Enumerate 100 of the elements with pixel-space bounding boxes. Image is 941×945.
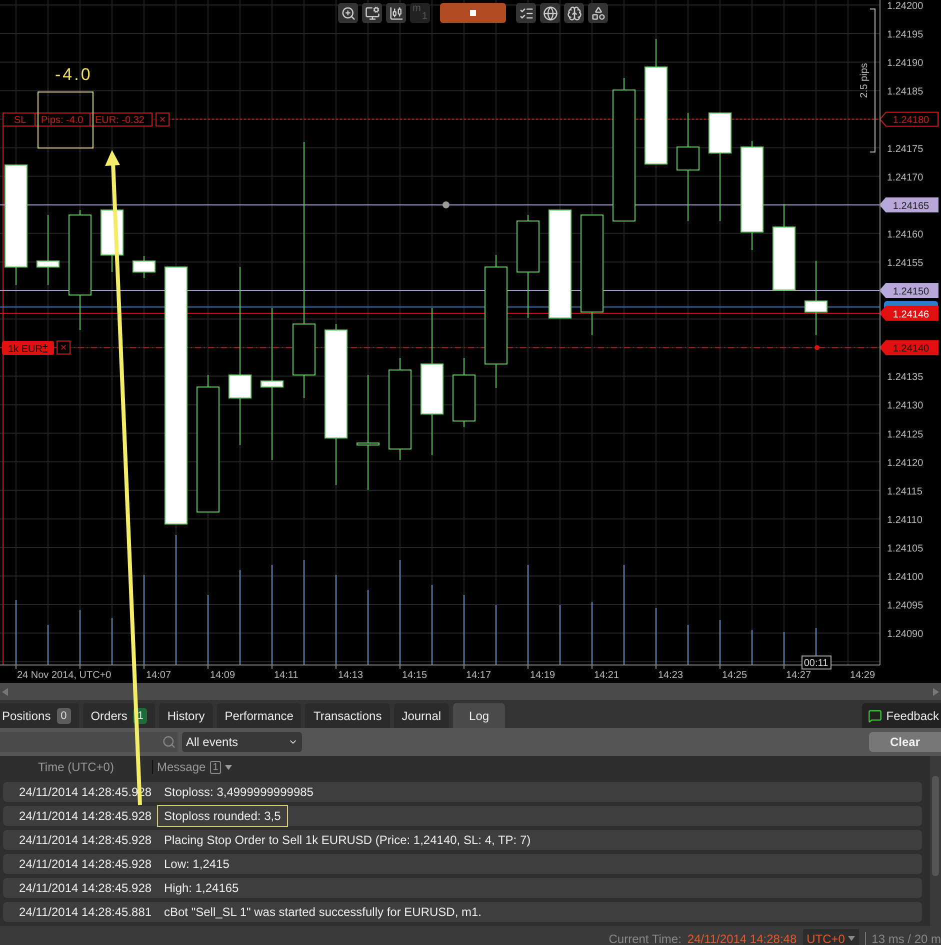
log-row[interactable]: 24/11/2014 14:28:45.928 Placing Stop Order to Sell 1k EURUSD (Price: 1,24140, SL: 4, TP: 7)	[3, 830, 922, 850]
log-row[interactable]: 24/11/2014 14:28:45.881 cBot "Sell_SL 1" was started successfully for EURUSD, m1.	[3, 902, 922, 922]
brain-icon[interactable]	[564, 3, 584, 23]
shapes-icon[interactable]	[588, 3, 608, 23]
time-axis-label: 14:11	[274, 670, 298, 681]
price-axis-label: 1.24105	[887, 543, 924, 554]
event-filter-dropdown[interactable]: All events	[182, 732, 302, 752]
price-marker: 1.24150	[879, 283, 938, 298]
highlight-frame	[38, 92, 94, 148]
message-cell-text: cBot "Sell_SL 1" was started successfully for EURUSD, m1.	[163, 904, 483, 921]
panel-tab[interactable]: Positions 0	[0, 703, 79, 728]
price-axis-label: 1.24135	[887, 372, 924, 384]
candlestick	[452, 358, 476, 428]
candlestick-icon[interactable]	[386, 3, 406, 23]
price-axis-label: 1.24130	[887, 400, 924, 412]
price-axis-label: 1.24185	[887, 86, 924, 98]
search-field[interactable]	[0, 732, 178, 752]
panel-tab[interactable]: Orders 1	[82, 703, 156, 728]
latency-label: 13 ms / 20 m	[864, 932, 941, 945]
log-row[interactable]: 24/11/2014 14:28:45.928 Stoploss rounded: 3,5	[3, 806, 922, 826]
time-cell-text: 24/11/2014 14:28:45.928	[18, 833, 153, 847]
price-marker: 1.24165	[879, 197, 938, 212]
price-axis-label: 1.24095	[887, 600, 924, 612]
time-cell-text: 24/11/2014 14:28:45.928	[18, 857, 153, 871]
zoom-in-icon[interactable]	[338, 3, 358, 23]
caret-icon	[848, 936, 855, 941]
message-cell-text: High: 1,24165	[163, 880, 240, 897]
status-label: Current Time:	[608, 932, 682, 945]
time-cell-text: 24/11/2014 14:28:45.928	[18, 809, 153, 823]
price-axis-label: 1.24110	[887, 514, 922, 526]
price-axis-label: 1.24155	[887, 258, 924, 269]
log-row[interactable]: 24/11/2014 14:28:45.928 Low: 1,2415	[3, 854, 922, 874]
time-axis-label: 14:09	[210, 670, 236, 681]
timezone-dropdown[interactable]: UTC+0	[802, 929, 859, 945]
ruler-label: 2.5 pips	[859, 62, 870, 98]
chart-settings-icon[interactable]	[362, 3, 382, 23]
price-axis-label: 1.24190	[887, 58, 924, 70]
filter-count: 1	[210, 760, 222, 774]
time-axis-label: 14:13	[338, 670, 364, 681]
line-handle[interactable]	[442, 201, 450, 208]
panel-tab[interactable]: Performance	[216, 703, 302, 728]
candlestick	[100, 210, 124, 272]
order-point	[814, 345, 820, 350]
close-button[interactable]: ×	[156, 112, 170, 126]
log-row[interactable]: 24/11/2014 14:28:45.928 High: 1,24165	[3, 878, 922, 898]
candlestick	[36, 214, 60, 286]
price-axis-label: 1.24125	[887, 429, 924, 440]
time-axis-label: 14:27	[786, 670, 812, 681]
clear-button[interactable]: Clear	[869, 732, 941, 752]
price-axis-label: 1.24090	[887, 629, 924, 640]
time-axis-label: 14:29	[850, 670, 876, 681]
current-time: 24/11/2014 14:28:48	[687, 932, 797, 945]
time-axis-label: 14:17	[466, 670, 492, 681]
candlestick	[132, 256, 156, 278]
price-axis-label: 1.24160	[887, 229, 924, 240]
price-axis-label: 1.24100	[887, 572, 924, 583]
price-axis-label: 1.24200	[887, 1, 924, 12]
time-axis-label: 14:07	[146, 670, 172, 681]
pips-label: Pips: -4.0	[41, 115, 84, 126]
speech-bubble-icon	[868, 708, 882, 722]
column-header[interactable]: Message	[157, 760, 206, 774]
time-axis-label: 14:21	[594, 670, 620, 681]
search-icon	[162, 735, 176, 749]
panel-tab[interactable]: Journal	[394, 703, 450, 728]
time-axis-label: 24 Nov 2014, UTC+0	[17, 670, 112, 681]
stop-button[interactable]	[440, 3, 506, 23]
time-cell-text: 24/11/2014 14:28:45.928	[18, 881, 153, 895]
globe-icon[interactable]	[540, 3, 560, 23]
panel-tab[interactable]: Transactions	[305, 703, 390, 728]
caret-icon[interactable]	[225, 764, 232, 770]
message-cell-text: Placing Stop Order to Sell 1k EURUSD (Price: 1,24140, SL: 4, TP: 7)	[163, 832, 532, 849]
handwritten-annotation: -4.0	[55, 65, 92, 84]
time-cell-text: 24/11/2014 14:28:45.881	[18, 905, 153, 919]
price-marker: 1.24146	[879, 306, 938, 321]
stop-loss-tag[interactable]	[2, 112, 152, 126]
message-cell: Stoploss rounded: 3,5	[157, 805, 288, 827]
panel-tab[interactable]: Log	[453, 703, 506, 728]
column-header[interactable]: Time (UTC+0)	[0, 760, 152, 774]
time-axis-label: 14:15	[402, 670, 428, 681]
time-axis-label: 14:23	[658, 670, 684, 681]
price-axis-label: 1.24120	[887, 458, 924, 469]
time-axis-label: 14:25	[722, 670, 748, 681]
amount-label: EUR: -0.32	[95, 115, 144, 126]
checklist-icon[interactable]	[516, 3, 536, 23]
price-axis-label: 1.24170	[887, 172, 924, 184]
price-axis-label: 1.24115	[887, 486, 922, 498]
countdown-label: 00:11	[802, 656, 832, 670]
plus-minus-icon	[42, 344, 48, 352]
square-icon	[470, 10, 476, 16]
order-tag[interactable]: 1k EUR	[2, 341, 54, 355]
feedback-button[interactable]: Feedback	[862, 703, 941, 728]
price-marker: 1.24180	[879, 112, 938, 127]
panel-tab[interactable]: History	[159, 703, 213, 728]
message-cell-text: Low: 1,2415	[163, 856, 230, 873]
time-axis-label: 14:19	[530, 670, 556, 681]
price-axis-label: 1.24175	[887, 144, 924, 155]
scrollbar[interactable]	[930, 756, 941, 926]
price-axis-label: 1.24195	[887, 30, 924, 41]
message-cell-text: Stoploss: 3,4999999999985	[163, 784, 314, 801]
close-button[interactable]: ×	[56, 340, 70, 354]
